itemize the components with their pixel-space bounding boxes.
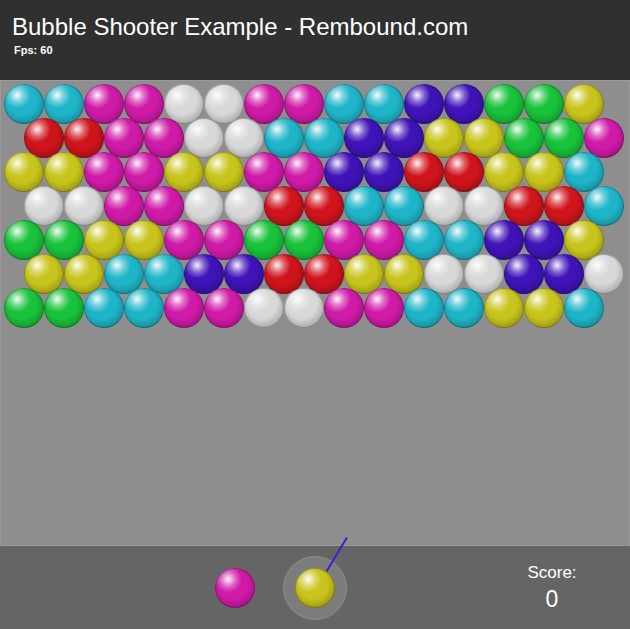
game-window: Bubble Shooter Example - Rembound.comFps… (0, 0, 630, 629)
bubble (324, 288, 364, 328)
bubble-row (4, 220, 629, 260)
bubble (44, 288, 84, 328)
bubble (215, 568, 255, 608)
bubble (364, 288, 404, 328)
score-value: 0 (546, 584, 559, 614)
bubble (284, 288, 324, 328)
bubble-row (4, 84, 629, 124)
score: Score:0 (512, 562, 592, 614)
bubble (484, 288, 524, 328)
score-label: Score: (527, 562, 576, 584)
bubble (244, 288, 284, 328)
bubble (564, 288, 604, 328)
current-bubble (295, 568, 335, 608)
header: Bubble Shooter Example - Rembound.comFps… (0, 0, 630, 80)
fps-counter: Fps: 60 (12, 42, 618, 58)
launcher[interactable] (283, 556, 347, 620)
bubble (444, 288, 484, 328)
bubble (4, 288, 44, 328)
bubble (295, 568, 335, 608)
bottom-bar: Score:0 (0, 546, 630, 629)
bubble (124, 288, 164, 328)
score-area: Score:0 (347, 562, 592, 614)
bubble-row (4, 152, 629, 192)
bubble (404, 288, 444, 328)
bubble-row (4, 288, 629, 328)
playfield[interactable] (0, 80, 630, 546)
bubble (204, 288, 244, 328)
bubble (524, 288, 564, 328)
bubble (84, 288, 124, 328)
title: Bubble Shooter Example - Rembound.com (12, 12, 618, 42)
bubble (164, 288, 204, 328)
